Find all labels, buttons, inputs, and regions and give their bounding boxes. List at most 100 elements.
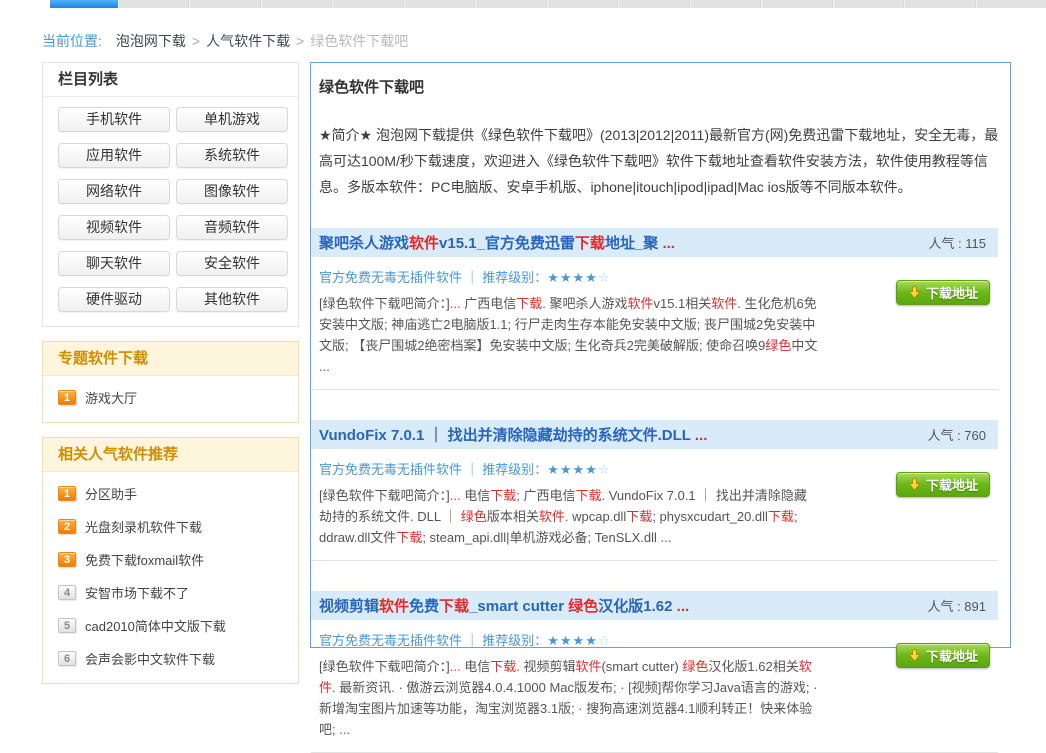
category-button[interactable]: 应用软件: [58, 143, 170, 168]
list-item-label: 安智市场下载不了: [85, 583, 189, 602]
category-button[interactable]: 视频软件: [58, 215, 170, 240]
rank-badge: 6: [58, 651, 76, 666]
breadcrumb-link-category[interactable]: 人气软件下载: [206, 33, 290, 49]
breadcrumb-link-home[interactable]: 泡泡网下载: [116, 33, 186, 49]
list-item-label: 会声会影中文软件下载: [85, 649, 215, 668]
download-button[interactable]: 下载地址: [896, 280, 990, 305]
download-arrow-icon: [908, 286, 921, 299]
nav-tab[interactable]: [976, 0, 1046, 8]
list-item[interactable]: 1 游戏大厅: [58, 381, 286, 414]
nav-tab[interactable]: [761, 0, 832, 8]
category-button[interactable]: 网络软件: [58, 179, 170, 204]
category-panel: 栏目列表 手机软件单机游戏应用软件系统软件网络软件图像软件视频软件音频软件聊天软…: [42, 62, 299, 327]
list-item-label: 游戏大厅: [85, 388, 137, 407]
nav-tab-active[interactable]: [50, 0, 118, 8]
star-rating-filled: ★★★★: [547, 462, 598, 477]
entry-description: [绿色软件下载吧简介：]... 电信下载; 广西电信下载. VundoFix 7…: [319, 485, 819, 548]
breadcrumb-current-page: 绿色软件下载吧: [310, 33, 408, 49]
main-panel: 绿色软件下载吧 ★简介★ 泡泡网下载提供《绿色软件下载吧》(2013|2012|…: [310, 62, 1011, 648]
entry-meta-label: 官方免费无毒无插件软件 ｜ 推荐级别：: [319, 462, 547, 477]
intro-text: ★简介★ 泡泡网下载提供《绿色软件下载吧》(2013|2012|2011)最新官…: [319, 122, 1000, 200]
nav-tab[interactable]: [618, 0, 689, 8]
list-item-label: 光盘刻录机软件下载: [85, 517, 202, 536]
rank-badge: 2: [58, 519, 76, 534]
nav-tab[interactable]: [904, 0, 975, 8]
list-item[interactable]: 3 免费下载foxmail软件: [58, 543, 286, 576]
category-button[interactable]: 音频软件: [176, 215, 288, 240]
category-button[interactable]: 系统软件: [176, 143, 288, 168]
entry-title-link[interactable]: 视频剪辑软件免费下载_smart cutter 绿色汉化版1.62 ...: [319, 595, 917, 616]
nav-tab[interactable]: [833, 0, 904, 8]
sidebar: 栏目列表 手机软件单机游戏应用软件系统软件网络软件图像软件视频软件音频软件聊天软…: [42, 62, 299, 684]
entry-list: 聚吧杀人游戏软件v15.1_官方免费迅雷下载地址_聚 ... 人气 : 115 …: [311, 228, 1010, 753]
download-button-label: 下载地址: [926, 475, 978, 494]
category-button[interactable]: 其他软件: [176, 287, 288, 312]
entry-title-bar: VundoFix 7.0.1 ｜ 找出并清除隐藏劫持的系统文件.DLL ... …: [311, 420, 998, 449]
breadcrumb-label: 当前位置:: [42, 33, 102, 49]
related-software-title: 相关人气软件推荐: [43, 438, 298, 472]
download-entry: 视频剪辑软件免费下载_smart cutter 绿色汉化版1.62 ... 人气…: [311, 591, 998, 753]
download-button[interactable]: 下载地址: [896, 472, 990, 497]
rank-badge: 1: [58, 486, 76, 501]
entry-popularity: 人气 : 115: [928, 233, 986, 252]
breadcrumb-separator: >: [192, 33, 200, 49]
star-rating-empty: ☆: [598, 270, 610, 285]
breadcrumb: 当前位置: 泡泡网下载 > 人气软件下载 > 绿色软件下载吧: [42, 31, 408, 51]
download-entry: VundoFix 7.0.1 ｜ 找出并清除隐藏劫持的系统文件.DLL ... …: [311, 420, 998, 561]
list-item-label: 分区助手: [85, 484, 137, 503]
list-item-label: cad2010简体中文版下载: [85, 616, 226, 635]
download-button-label: 下载地址: [926, 646, 978, 665]
nav-tab[interactable]: [189, 0, 260, 8]
category-panel-title: 栏目列表: [43, 63, 298, 97]
nav-tab[interactable]: [404, 0, 475, 8]
category-button[interactable]: 安全软件: [176, 251, 288, 276]
top-nav-bar: [50, 0, 1046, 8]
star-rating-filled: ★★★★: [547, 270, 598, 285]
list-item[interactable]: 2 光盘刻录机软件下载: [58, 510, 286, 543]
related-software-list: 1 分区助手 2 光盘刻录机软件下载 3 免费下载foxmail软件 4 安智市场下载不了 5c…: [43, 472, 298, 683]
star-rating-filled: ★★★★: [547, 633, 598, 648]
nav-tab[interactable]: [332, 0, 403, 8]
entry-popularity: 人气 : 760: [927, 425, 986, 444]
list-item-label: 免费下载foxmail软件: [85, 550, 204, 569]
related-software-panel: 相关人气软件推荐 1 分区助手 2 光盘刻录机软件下载 3 免费下载foxmail软件 4安…: [42, 437, 299, 684]
nav-tab[interactable]: [547, 0, 618, 8]
entry-title-link[interactable]: 聚吧杀人游戏软件v15.1_官方免费迅雷下载地址_聚 ...: [319, 232, 918, 253]
download-arrow-icon: [908, 478, 921, 491]
list-item[interactable]: 1 分区助手: [58, 477, 286, 510]
rank-badge: 1: [58, 390, 76, 405]
category-button[interactable]: 单机游戏: [176, 107, 288, 132]
category-button[interactable]: 手机软件: [58, 107, 170, 132]
nav-tab[interactable]: [690, 0, 761, 8]
entry-title-bar: 视频剪辑软件免费下载_smart cutter 绿色汉化版1.62 ... 人气…: [311, 591, 998, 620]
page-title: 绿色软件下载吧: [311, 63, 1010, 97]
rank-badge: 5: [58, 618, 76, 633]
rank-badge: 3: [58, 552, 76, 567]
nav-tab[interactable]: [118, 0, 189, 8]
entry-description: [绿色软件下载吧简介：]... 广西电信下载. 聚吧杀人游戏软件v15.1相关软…: [319, 293, 819, 377]
entry-meta-label: 官方免费无毒无插件软件 ｜ 推荐级别：: [319, 633, 547, 648]
star-rating-empty: ☆: [598, 633, 610, 648]
nav-tab[interactable]: [475, 0, 546, 8]
special-downloads-title: 专题软件下载: [43, 342, 298, 376]
download-entry: 聚吧杀人游戏软件v15.1_官方免费迅雷下载地址_聚 ... 人气 : 115 …: [311, 228, 998, 390]
list-item[interactable]: 5 cad2010简体中文版下载: [58, 609, 286, 642]
breadcrumb-separator: >: [296, 33, 304, 49]
download-arrow-icon: [908, 649, 921, 662]
rank-badge: 4: [58, 585, 76, 600]
special-downloads-panel: 专题软件下载 1 游戏大厅: [42, 341, 299, 423]
entry-popularity: 人气 : 891: [927, 596, 986, 615]
nav-tab[interactable]: [261, 0, 332, 8]
category-grid: 手机软件单机游戏应用软件系统软件网络软件图像软件视频软件音频软件聊天软件安全软件…: [43, 97, 298, 326]
special-downloads-list: 1 游戏大厅: [43, 376, 298, 422]
entry-meta-label: 官方免费无毒无插件软件 ｜ 推荐级别：: [319, 270, 547, 285]
download-button[interactable]: 下载地址: [896, 643, 990, 668]
category-button[interactable]: 聊天软件: [58, 251, 170, 276]
star-rating-empty: ☆: [598, 462, 610, 477]
category-button[interactable]: 图像软件: [176, 179, 288, 204]
list-item[interactable]: 4 安智市场下载不了: [58, 576, 286, 609]
download-button-label: 下载地址: [926, 283, 978, 302]
list-item[interactable]: 6 会声会影中文软件下载: [58, 642, 286, 675]
category-button[interactable]: 硬件驱动: [58, 287, 170, 312]
entry-title-link[interactable]: VundoFix 7.0.1 ｜ 找出并清除隐藏劫持的系统文件.DLL ...: [319, 424, 917, 445]
